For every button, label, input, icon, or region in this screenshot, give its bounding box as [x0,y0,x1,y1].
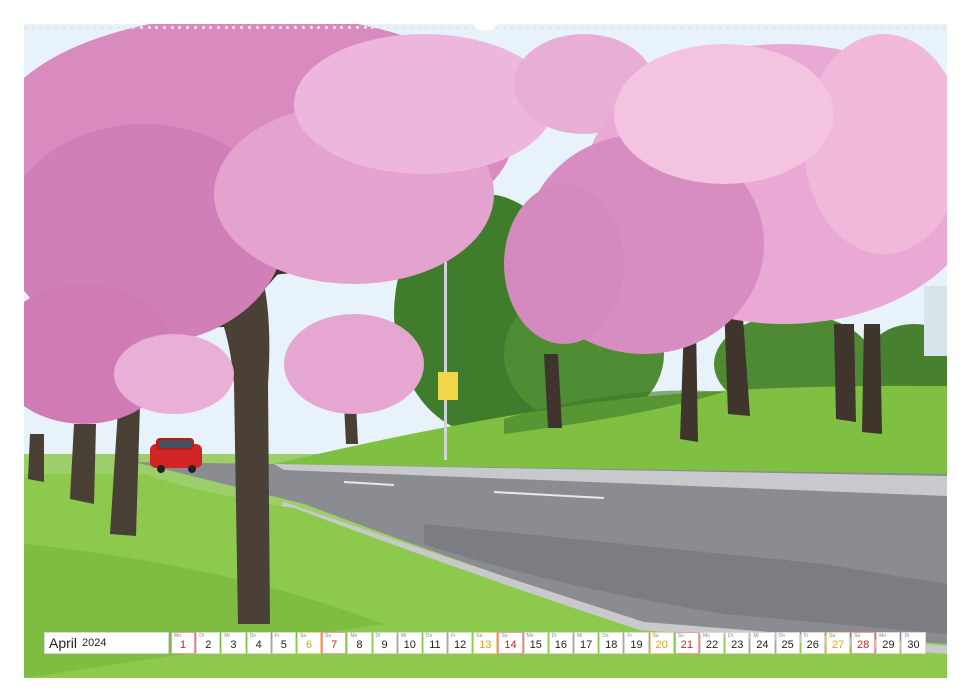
day-number: 20 [655,639,668,651]
day-cell: Fr 5 [271,632,296,654]
day-number: 6 [305,639,313,651]
day-number: 22 [705,639,719,651]
day-cell: Mi 10 [397,632,422,654]
road-sign-icon [438,372,458,400]
day-number: 28 [857,639,870,651]
month-label-cell: April 2024 [44,632,169,654]
day-number: 30 [907,639,920,651]
day-cell: Mo 8 [347,632,372,654]
day-cell: Do 4 [246,632,271,654]
day-number: 17 [579,639,593,651]
day-cell: So 28 [851,632,876,654]
day-cell: Sa 20 [649,632,674,654]
day-number: 29 [882,639,895,651]
day-number: 25 [781,639,794,651]
day-number: 24 [756,639,769,651]
day-cell: Fr 26 [800,632,825,654]
day-cell: Di 16 [548,632,573,654]
day-cell: Sa 27 [825,632,851,654]
day-number: 13 [479,639,492,651]
day-number: 11 [429,639,441,651]
day-cell: Mo 1 [171,632,196,654]
trunk-right-4 [862,324,882,434]
day-cells: Mo 1 Di 2 Mi 3 Do 4 Fr 5 Sa 6 So 7 Mo 8 Di 9 Mi 10 Do 11 Fr 12 S… [171,632,926,656]
day-number: 3 [230,639,237,651]
day-number: 21 [680,639,693,651]
day-number: 15 [529,639,542,651]
cherry-blossom-photo [24,24,947,678]
day-cell: Fr 19 [624,632,649,654]
day-cell: Di 30 [901,632,926,654]
day-number: 12 [454,639,467,651]
lamp-post [444,238,447,460]
day-number: 10 [403,639,416,651]
day-cell: Mo 22 [699,632,725,654]
day-number: 16 [554,639,568,651]
day-cell: Sa 6 [296,632,322,654]
day-cell: Do 25 [775,632,800,654]
day-number: 7 [331,639,338,651]
day-cell: So 14 [498,632,523,654]
day-number: 27 [831,639,845,651]
day-number: 8 [356,639,363,651]
day-cell: Do 11 [422,632,448,654]
day-cell: So 7 [322,632,347,654]
trunk-right-3 [834,324,856,422]
day-cell: Mo 29 [876,632,901,654]
day-cell: Mi 17 [574,632,599,654]
calendar-strip: April 2024 Mo 1 Di 2 Mi 3 Do 4 Fr 5 Sa 6 So 7 Mo 8 Di 9 Mi… [44,632,926,656]
day-cell: Mo 15 [523,632,548,654]
day-cell: Fr 12 [448,632,473,654]
day-number: 5 [280,639,287,651]
day-number: 2 [205,639,212,651]
day-number: 9 [381,639,388,651]
day-cell: Mi 3 [221,632,246,654]
day-number: 19 [630,639,643,651]
year: 2024 [82,637,107,649]
day-cell: Sa 13 [473,632,498,654]
trunk-3 [70,424,96,504]
day-cell: So 21 [674,632,699,654]
photo-scene [24,24,947,678]
trunk-4 [28,434,44,482]
month-name: April [49,635,78,651]
day-number: 4 [255,639,262,651]
day-number: 18 [605,639,618,651]
day-cell: Di 23 [725,632,750,654]
day-cell: Do 18 [599,632,624,654]
day-number: 14 [504,639,517,651]
day-number: 1 [180,639,187,651]
day-cell: Di 9 [372,632,397,654]
day-number: 23 [731,639,744,651]
day-number: 26 [806,639,819,651]
day-cell: Mi 24 [750,632,775,654]
day-cell: Di 2 [196,632,221,654]
building [924,286,947,356]
